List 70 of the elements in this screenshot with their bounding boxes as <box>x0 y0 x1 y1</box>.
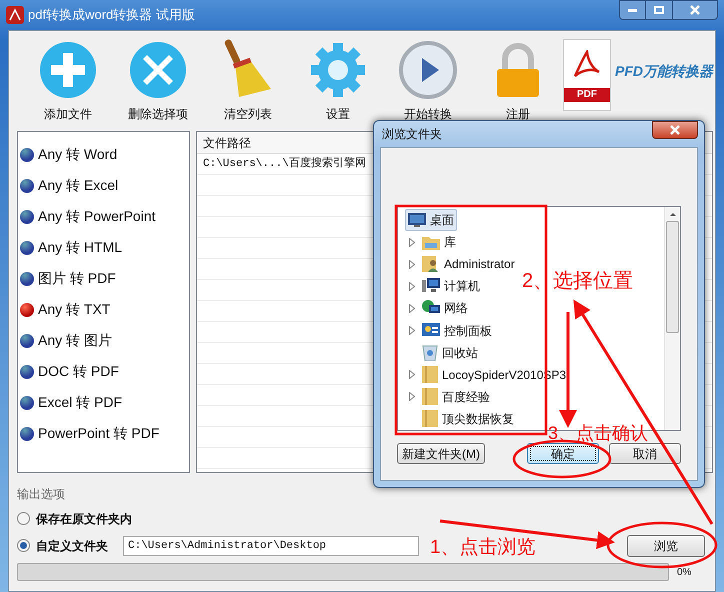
folder-icon <box>422 388 438 406</box>
close-icon <box>129 41 187 99</box>
expand-arrow-icon[interactable] <box>409 260 415 269</box>
folder-icon <box>422 410 438 428</box>
radio-option[interactable]: 保存在原文件夹内 <box>17 510 132 528</box>
recycle-bin-icon <box>422 344 438 362</box>
gear-icon <box>309 41 367 99</box>
toolbar-button[interactable]: 注册 <box>473 41 563 123</box>
expand-arrow-icon[interactable] <box>409 282 415 291</box>
table-cell-text: C:\Users\...\百度搜索引擎网 <box>202 156 367 172</box>
toolbar-button[interactable]: 删除选择项 <box>113 41 203 123</box>
annotation-text: 2、选择位置 <box>522 269 634 294</box>
play-icon[interactable] <box>399 41 457 99</box>
browse-button[interactable]: 浏览 <box>627 534 705 556</box>
toolbar-button[interactable]: 开始转换 <box>383 41 473 123</box>
dialog-title: 浏览文件夹 <box>381 126 442 143</box>
section-title: 输出选项 <box>17 486 66 503</box>
format-option[interactable]: Any 转 PowerPoint <box>18 201 189 232</box>
toolbar-button[interactable]: 清空列表 <box>203 37 293 123</box>
close-button[interactable] <box>652 121 698 139</box>
scrollbar[interactable] <box>664 207 680 430</box>
toolbar-button[interactable]: 设置 <box>293 41 383 123</box>
annotation-text: 1、点击浏览 <box>430 536 536 560</box>
close-icon <box>670 125 680 135</box>
dialog-button[interactable]: 取消 <box>609 443 681 464</box>
computer-icon <box>422 278 440 294</box>
format-option[interactable]: Any 转 Excel <box>18 170 189 201</box>
format-option[interactable]: Any 转 Word <box>18 139 189 170</box>
expand-arrow-icon[interactable] <box>409 370 415 380</box>
user-folder-icon <box>422 256 440 272</box>
monitor-icon <box>408 213 426 228</box>
progress-reading: 0% <box>677 566 692 580</box>
tree-item[interactable]: 计算机 <box>419 275 483 298</box>
dialog-button[interactable]: 新建文件夹(M) <box>397 443 485 464</box>
window-title: pdf转换成word转换器 试用版 <box>28 6 195 24</box>
format-option[interactable]: Any 转 HTML <box>18 232 189 263</box>
tree-item[interactable]: 百度经验 <box>419 386 493 408</box>
path-field[interactable]: C:\Users\Administrator\Desktop <box>123 536 419 556</box>
pdf-file-icon: PDF <box>563 39 611 111</box>
format-option[interactable]: 图片 转 PDF <box>18 263 189 294</box>
tree-item[interactable]: Administrator <box>419 253 518 276</box>
folder-icon <box>422 366 438 384</box>
radio-option[interactable]: 自定义文件夹 <box>17 536 117 554</box>
expand-arrow-icon[interactable] <box>409 392 415 402</box>
tree-item[interactable]: 库 <box>419 231 459 254</box>
expand-arrow-icon[interactable] <box>409 238 415 247</box>
app-icon <box>6 6 24 24</box>
tree-item[interactable]: 回收站 <box>419 342 481 364</box>
tree-item[interactable]: 桌面 <box>405 209 457 232</box>
maximize-button[interactable] <box>646 0 672 20</box>
format-option[interactable]: PowerPoint 转 PDF <box>18 418 189 449</box>
minimize-button[interactable] <box>619 0 646 20</box>
close-icon <box>690 5 700 15</box>
logo-text: PFD万能转换器 <box>615 62 713 80</box>
format-option[interactable]: Any 转 图片 <box>18 325 189 356</box>
format-option[interactable]: Any 转 TXT <box>18 294 189 325</box>
tree-item[interactable]: 网络 <box>419 297 471 320</box>
folder-icon <box>422 234 440 250</box>
format-option[interactable]: DOC 转 PDF <box>18 356 189 387</box>
tree-item[interactable]: 顶尖数据恢复 <box>419 408 517 430</box>
plus-icon <box>39 41 97 99</box>
control-panel-icon <box>422 322 440 339</box>
expand-arrow-icon[interactable] <box>409 326 415 336</box>
toolbar-button[interactable]: 添加文件 <box>23 41 113 123</box>
tree-item[interactable]: 控制面板 <box>419 320 495 342</box>
column-header[interactable]: 文件路径 <box>197 132 257 153</box>
dialog-button[interactable]: 确定 <box>527 443 599 464</box>
expand-arrow-icon[interactable] <box>409 304 415 313</box>
close-button[interactable] <box>672 0 718 20</box>
format-option[interactable]: Excel 转 PDF <box>18 387 189 418</box>
